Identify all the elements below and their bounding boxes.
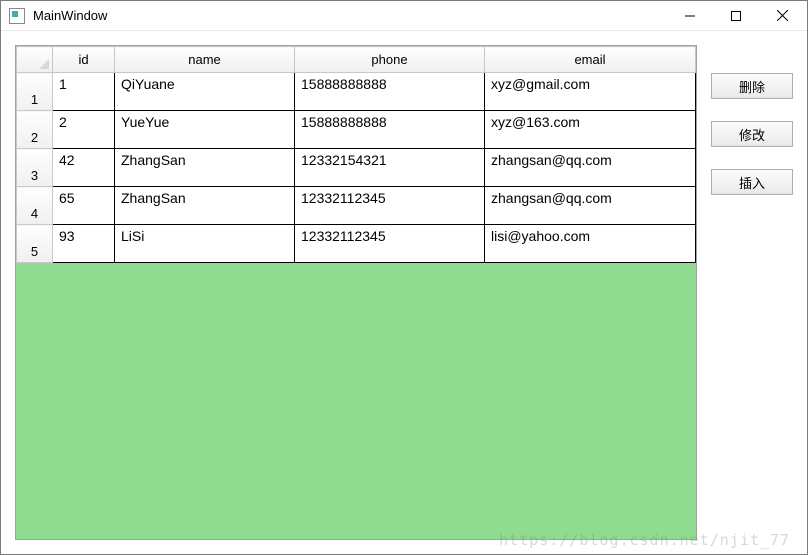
cell-phone[interactable]: 15888888888: [295, 111, 485, 149]
main-window: MainWindow id name phone: [0, 0, 808, 555]
cell-email[interactable]: xyz@163.com: [485, 111, 696, 149]
modify-button[interactable]: 修改: [711, 121, 793, 147]
cell-email[interactable]: lisi@yahoo.com: [485, 225, 696, 263]
cell-id[interactable]: 65: [53, 187, 115, 225]
insert-button[interactable]: 插入: [711, 169, 793, 195]
cell-phone[interactable]: 12332112345: [295, 225, 485, 263]
row-header[interactable]: 4: [17, 187, 53, 225]
corner-header[interactable]: [17, 47, 53, 73]
app-icon: [9, 8, 25, 24]
table-row[interactable]: 3 42 ZhangSan 12332154321 zhangsan@qq.co…: [17, 149, 696, 187]
cell-phone[interactable]: 12332112345: [295, 187, 485, 225]
titlebar[interactable]: MainWindow: [1, 1, 807, 31]
window-controls: [667, 1, 805, 30]
row-header[interactable]: 3: [17, 149, 53, 187]
table-widget[interactable]: id name phone email 1 1 QiYuane 15888888…: [15, 45, 697, 540]
cell-phone[interactable]: 15888888888: [295, 73, 485, 111]
side-panel: 删除 修改 插入: [711, 45, 793, 540]
cell-email[interactable]: zhangsan@qq.com: [485, 149, 696, 187]
cell-name[interactable]: ZhangSan: [115, 149, 295, 187]
cell-email[interactable]: xyz@gmail.com: [485, 73, 696, 111]
close-button[interactable]: [759, 1, 805, 30]
table-row[interactable]: 5 93 LiSi 12332112345 lisi@yahoo.com: [17, 225, 696, 263]
row-header[interactable]: 5: [17, 225, 53, 263]
table-row[interactable]: 1 1 QiYuane 15888888888 xyz@gmail.com: [17, 73, 696, 111]
delete-button[interactable]: 删除: [711, 73, 793, 99]
row-header[interactable]: 1: [17, 73, 53, 111]
table-row[interactable]: 2 2 YueYue 15888888888 xyz@163.com: [17, 111, 696, 149]
content-area: id name phone email 1 1 QiYuane 15888888…: [1, 31, 807, 554]
cell-id[interactable]: 42: [53, 149, 115, 187]
column-header-email[interactable]: email: [485, 47, 696, 73]
cell-name[interactable]: ZhangSan: [115, 187, 295, 225]
column-header-phone[interactable]: phone: [295, 47, 485, 73]
cell-id[interactable]: 93: [53, 225, 115, 263]
cell-id[interactable]: 1: [53, 73, 115, 111]
row-header[interactable]: 2: [17, 111, 53, 149]
cell-phone[interactable]: 12332154321: [295, 149, 485, 187]
cell-name[interactable]: QiYuane: [115, 73, 295, 111]
column-header-id[interactable]: id: [53, 47, 115, 73]
cell-name[interactable]: YueYue: [115, 111, 295, 149]
table-row[interactable]: 4 65 ZhangSan 12332112345 zhangsan@qq.co…: [17, 187, 696, 225]
maximize-button[interactable]: [713, 1, 759, 30]
cell-email[interactable]: zhangsan@qq.com: [485, 187, 696, 225]
cell-name[interactable]: LiSi: [115, 225, 295, 263]
data-table: id name phone email 1 1 QiYuane 15888888…: [16, 46, 696, 263]
column-header-name[interactable]: name: [115, 47, 295, 73]
minimize-button[interactable]: [667, 1, 713, 30]
cell-id[interactable]: 2: [53, 111, 115, 149]
window-title: MainWindow: [33, 8, 667, 23]
